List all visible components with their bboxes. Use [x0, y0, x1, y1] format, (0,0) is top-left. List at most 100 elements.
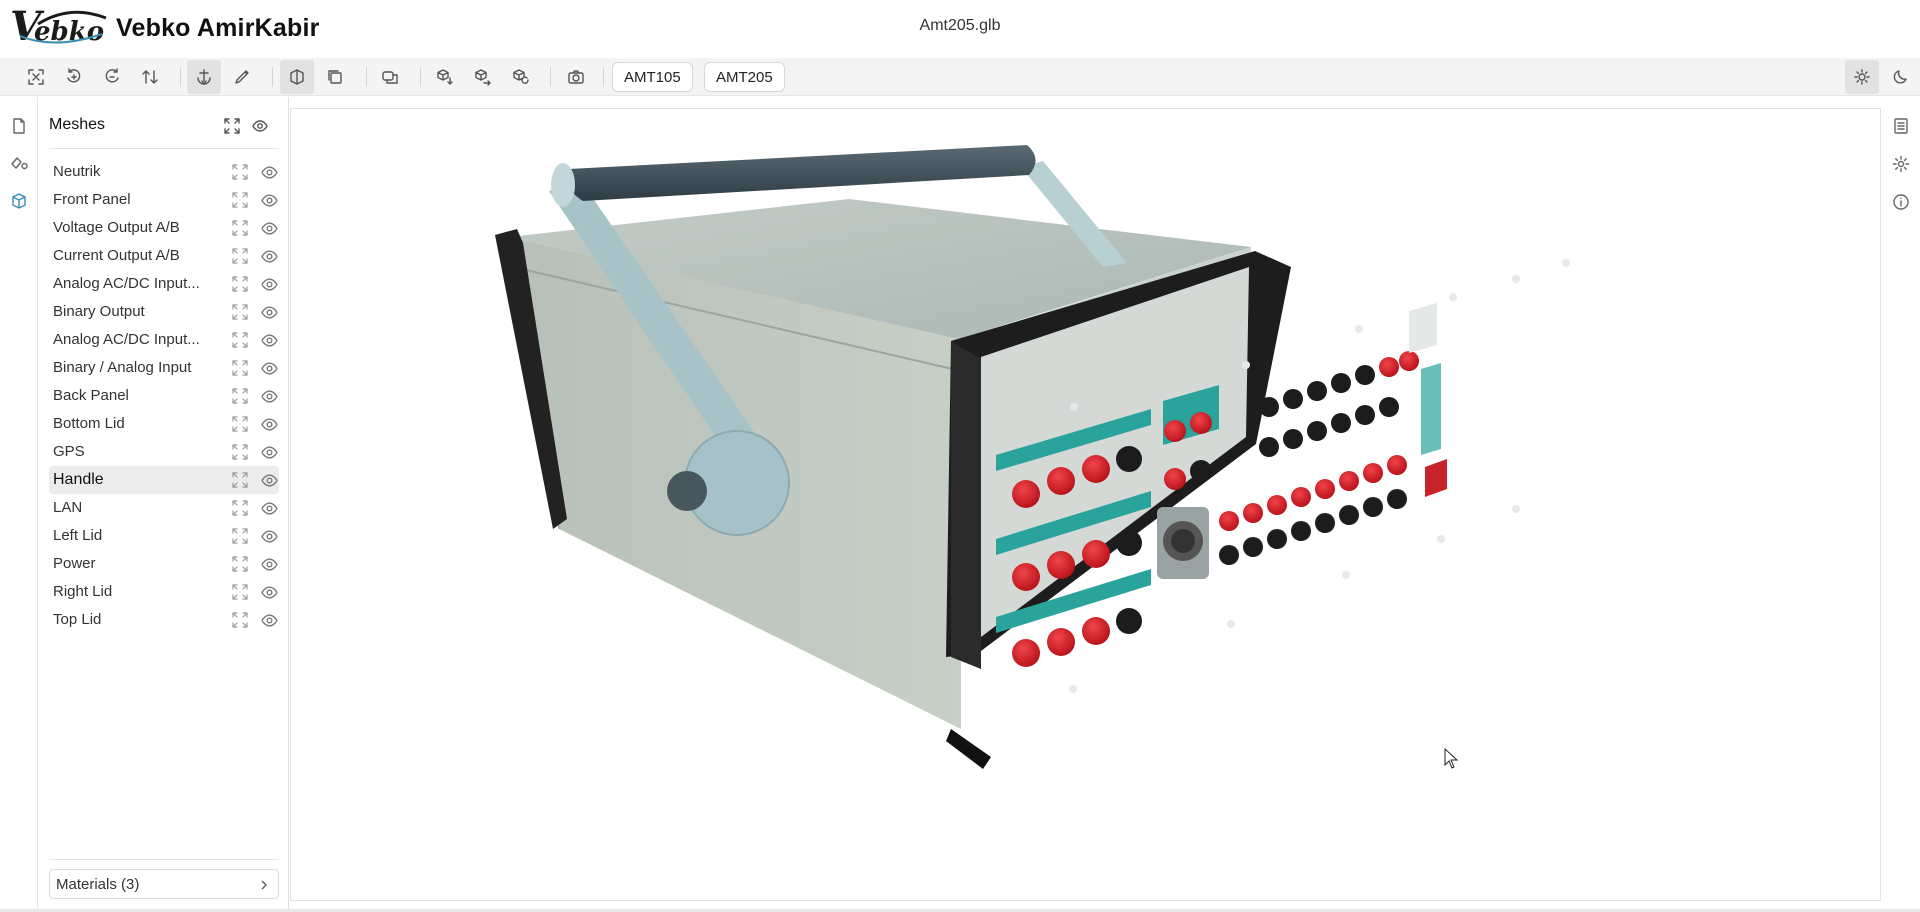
dark-theme-button[interactable]: [1884, 60, 1918, 94]
mesh-row[interactable]: Top Lid: [49, 606, 279, 634]
mesh-row[interactable]: Back Panel: [49, 382, 279, 410]
fit-mesh-button[interactable]: [231, 555, 249, 573]
fit-view-button[interactable]: [19, 60, 53, 94]
toggle-visibility-button[interactable]: [260, 359, 278, 377]
eye-icon: [260, 557, 278, 571]
toggle-visibility-button[interactable]: [260, 219, 278, 237]
mesh-row[interactable]: Voltage Output A/B: [49, 214, 279, 242]
settings-button[interactable]: [1890, 153, 1912, 175]
shapes-tab[interactable]: [7, 152, 31, 176]
expand-icon: [232, 528, 248, 544]
mesh-row[interactable]: Analog AC/DC Input...: [49, 326, 279, 354]
eye-icon: [252, 120, 268, 132]
pen-icon: [235, 70, 249, 84]
vebko-logo[interactable]: V ebko: [10, 3, 110, 50]
mesh-row[interactable]: Binary Output: [49, 298, 279, 326]
expand-icon: [232, 192, 248, 208]
fit-mesh-button[interactable]: [231, 219, 249, 237]
mesh-row[interactable]: GPS: [49, 438, 279, 466]
fit-mesh-button[interactable]: [231, 443, 249, 461]
up-axis-button[interactable]: [187, 60, 221, 94]
info-button[interactable]: [1890, 191, 1912, 213]
cube-down-button[interactable]: [428, 60, 462, 94]
light-theme-button[interactable]: [1845, 60, 1879, 94]
mesh-row[interactable]: Left Lid: [49, 522, 279, 550]
rotate-left-button[interactable]: [57, 60, 91, 94]
mesh-row[interactable]: Front Panel: [49, 186, 279, 214]
fit-all-button[interactable]: [222, 116, 242, 136]
rotate-right-icon: [105, 68, 119, 83]
toggle-visibility-button[interactable]: [260, 163, 278, 181]
fit-mesh-button[interactable]: [231, 275, 249, 293]
mesh-label: GPS: [53, 443, 85, 460]
model-amt105-button[interactable]: AMT105: [612, 62, 693, 92]
toggle-visibility-button[interactable]: [260, 555, 278, 573]
mesh-row[interactable]: LAN: [49, 494, 279, 522]
fit-mesh-button[interactable]: [231, 471, 249, 489]
fit-mesh-button[interactable]: [231, 247, 249, 265]
toggle-visibility-button[interactable]: [260, 191, 278, 209]
rotate-right-button[interactable]: [95, 60, 129, 94]
expand-icon: [232, 612, 248, 628]
toggle-visibility-button[interactable]: [260, 527, 278, 545]
mesh-row[interactable]: Binary / Analog Input: [49, 354, 279, 382]
mesh-row[interactable]: Right Lid: [49, 578, 279, 606]
screenshot-button[interactable]: [559, 60, 593, 94]
fit-mesh-button[interactable]: [231, 527, 249, 545]
expand-icon: [232, 556, 248, 572]
shading-button[interactable]: [280, 60, 314, 94]
file-name: Amt205.glb: [919, 17, 1001, 34]
camera-icon: [568, 70, 584, 84]
toggle-visibility-button[interactable]: [260, 499, 278, 517]
half-shade-icon: [290, 69, 304, 85]
mesh-row[interactable]: Bottom Lid: [49, 410, 279, 438]
fit-mesh-button[interactable]: [231, 387, 249, 405]
toggle-visibility-button[interactable]: [260, 303, 278, 321]
mesh-label: Handle: [53, 471, 104, 488]
cube-refresh-icon: [513, 69, 529, 84]
mesh-row[interactable]: Current Output A/B: [49, 242, 279, 270]
toggle-visibility-button[interactable]: [260, 387, 278, 405]
expand-icon: [232, 472, 248, 488]
show-all-button[interactable]: [250, 116, 270, 136]
fit-mesh-button[interactable]: [231, 415, 249, 433]
cube-right-button[interactable]: [466, 60, 500, 94]
eye-icon: [260, 249, 278, 263]
fit-mesh-button[interactable]: [231, 499, 249, 517]
explode-view-button[interactable]: [373, 60, 407, 94]
toggle-visibility-button[interactable]: [260, 583, 278, 601]
fit-mesh-button[interactable]: [231, 303, 249, 321]
mesh-row[interactable]: Power: [49, 550, 279, 578]
expand-icon: [232, 164, 248, 180]
properties-button[interactable]: [1890, 115, 1912, 137]
mesh-row[interactable]: Handle: [49, 466, 279, 494]
layers-button[interactable]: [318, 60, 352, 94]
sun-icon: [1854, 69, 1870, 85]
model-amt205-button[interactable]: AMT205: [704, 62, 785, 92]
toggle-visibility-button[interactable]: [260, 247, 278, 265]
toggle-visibility-button[interactable]: [260, 275, 278, 293]
meshes-tab[interactable]: [7, 189, 31, 213]
cube-reset-button[interactable]: [504, 60, 538, 94]
meshes-panel: Meshes Neutrik Front Panel Voltage Output …: [39, 97, 289, 912]
toggle-visibility-button[interactable]: [260, 331, 278, 349]
binary-analog-input-jacks: [1219, 455, 1407, 565]
file-tab[interactable]: [7, 114, 31, 138]
fit-mesh-button[interactable]: [231, 359, 249, 377]
expand-icon: [232, 444, 248, 460]
toggle-visibility-button[interactable]: [260, 611, 278, 629]
fit-mesh-button[interactable]: [231, 191, 249, 209]
mesh-row[interactable]: Analog AC/DC Input...: [49, 270, 279, 298]
toggle-visibility-button[interactable]: [260, 443, 278, 461]
fit-mesh-button[interactable]: [231, 611, 249, 629]
fit-mesh-button[interactable]: [231, 331, 249, 349]
3d-viewport[interactable]: [290, 108, 1881, 901]
draw-line-button[interactable]: [225, 60, 259, 94]
flip-vertical-button[interactable]: [133, 60, 167, 94]
mesh-row[interactable]: Neutrik: [49, 158, 279, 186]
materials-toggle[interactable]: Materials (3): [49, 869, 279, 899]
toggle-visibility-button[interactable]: [260, 415, 278, 433]
toggle-visibility-button[interactable]: [260, 471, 278, 489]
fit-mesh-button[interactable]: [231, 583, 249, 601]
fit-mesh-button[interactable]: [231, 163, 249, 181]
